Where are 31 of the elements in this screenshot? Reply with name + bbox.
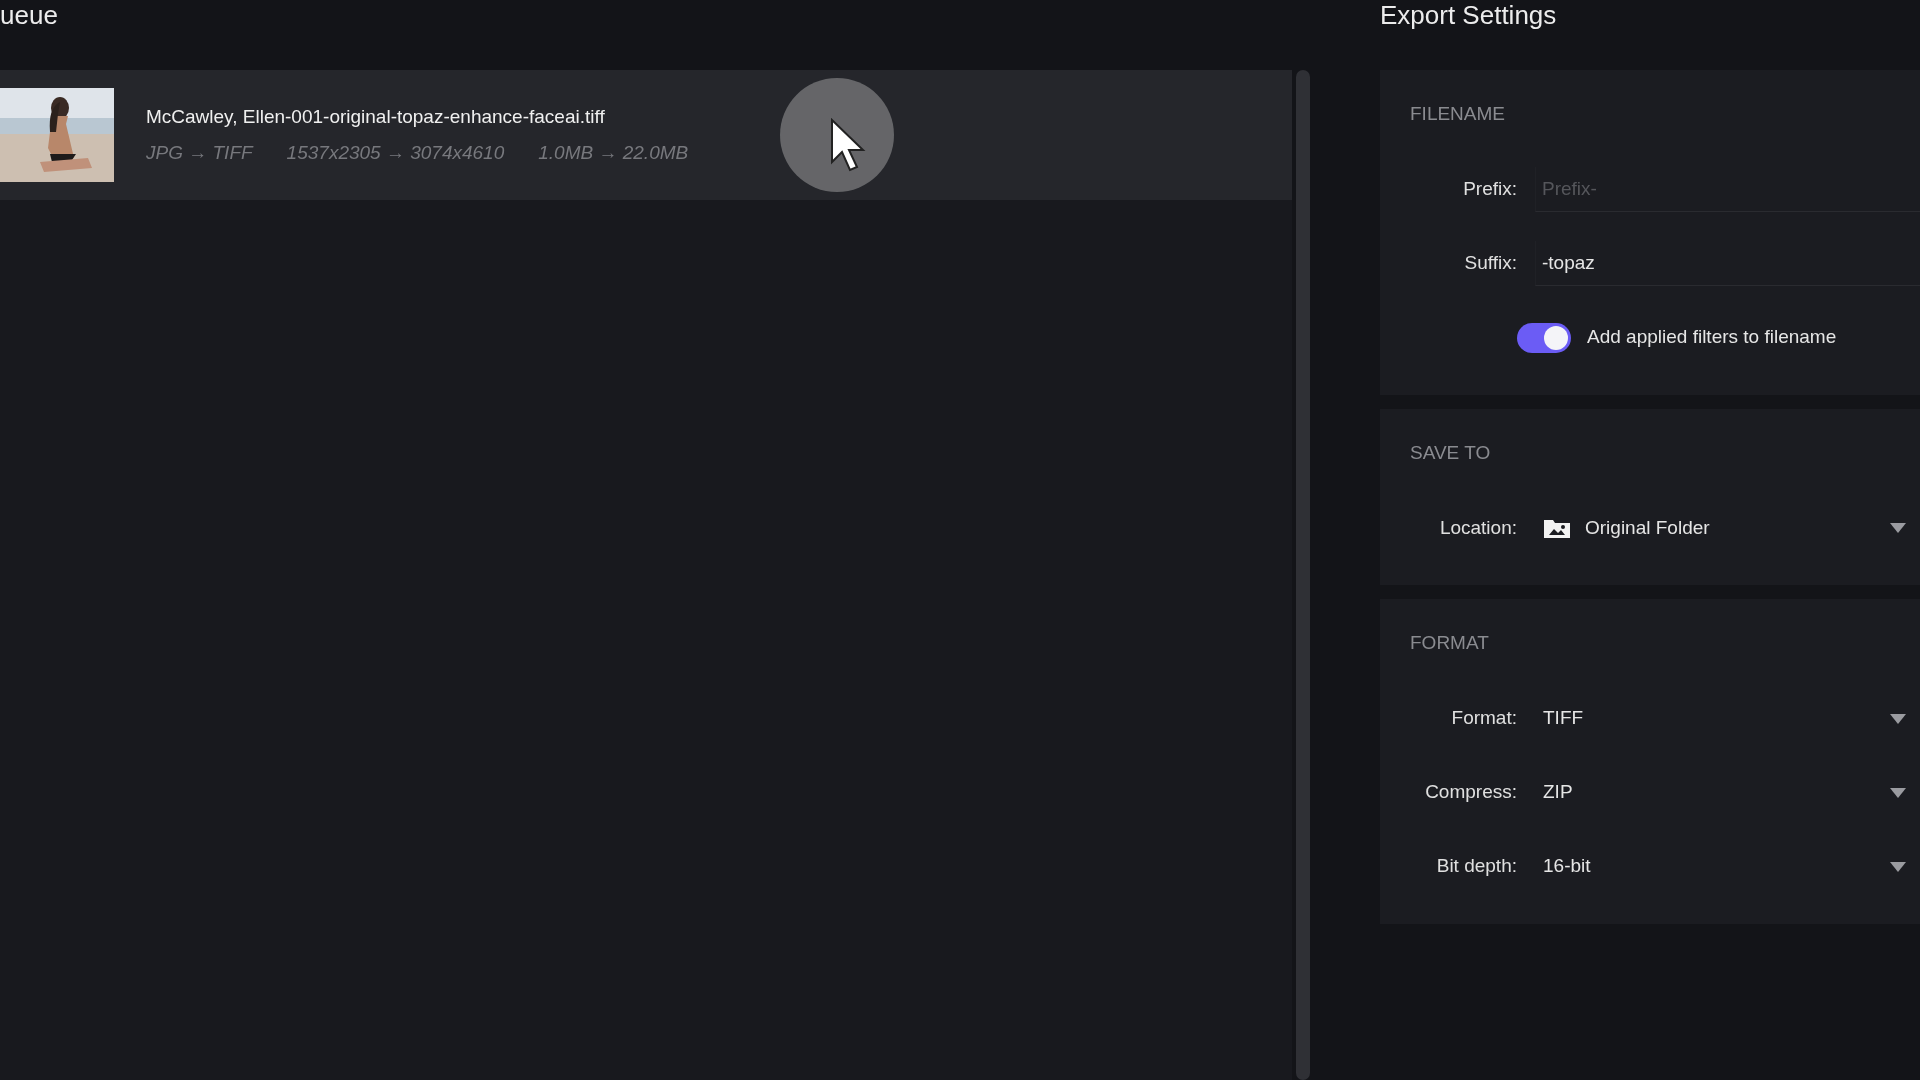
field-label: Prefix:	[1462, 177, 1518, 202]
file-name: McCawley, Ellen-001-original-topaz-enhance-faceai.tiff	[146, 104, 606, 129]
section-heading: FORMAT	[1410, 631, 1490, 655]
field-label: Format:	[1450, 706, 1518, 731]
field-label: Compress:	[1424, 780, 1518, 805]
field-label: Bit depth:	[1435, 854, 1518, 879]
dropdown-caret-icon	[1890, 787, 1906, 798]
panel-title: ueue	[0, 0, 59, 32]
section-heading: FILENAME	[1410, 102, 1507, 126]
dimension-change: 1537x2305 → 3074x4610	[286, 141, 505, 165]
text-field[interactable]: -topaz	[1535, 240, 1920, 287]
dropdown[interactable]: 16-bit	[1535, 851, 1920, 882]
image-folder-icon	[1543, 517, 1571, 539]
toggle-switch[interactable]	[1517, 322, 1571, 353]
dropdown[interactable]: ZIP	[1535, 777, 1920, 808]
dropdown[interactable]: TIFF	[1535, 703, 1920, 734]
queue-item[interactable]: McCawley, Ellen-001-original-topaz-enhance-faceai.tiff JPG → TIFF 1537x2305 → 3074x4610 1.0MB → 22.0MB	[0, 70, 1292, 200]
dropdown-caret-icon	[1890, 861, 1906, 872]
file-size-change: 1.0MB → 22.0MB	[538, 141, 689, 165]
panel-title: Export Settings	[1380, 0, 1558, 32]
field-label: Suffix:	[1463, 251, 1518, 276]
toggle-label: Add applied filters to filename	[1587, 325, 1837, 350]
mouse-cursor-icon	[830, 118, 868, 174]
dropdown-caret-icon	[1890, 713, 1906, 724]
dropdown[interactable]: Original Folder	[1535, 512, 1920, 544]
dropdown-caret-icon	[1890, 523, 1906, 533]
section-heading: SAVE TO	[1410, 440, 1492, 465]
scrollbar[interactable]	[1296, 70, 1310, 1080]
format-conversion: JPG → TIFF	[146, 141, 253, 165]
field-label: Location:	[1438, 515, 1518, 540]
text-field[interactable]: Prefix-	[1535, 166, 1920, 213]
